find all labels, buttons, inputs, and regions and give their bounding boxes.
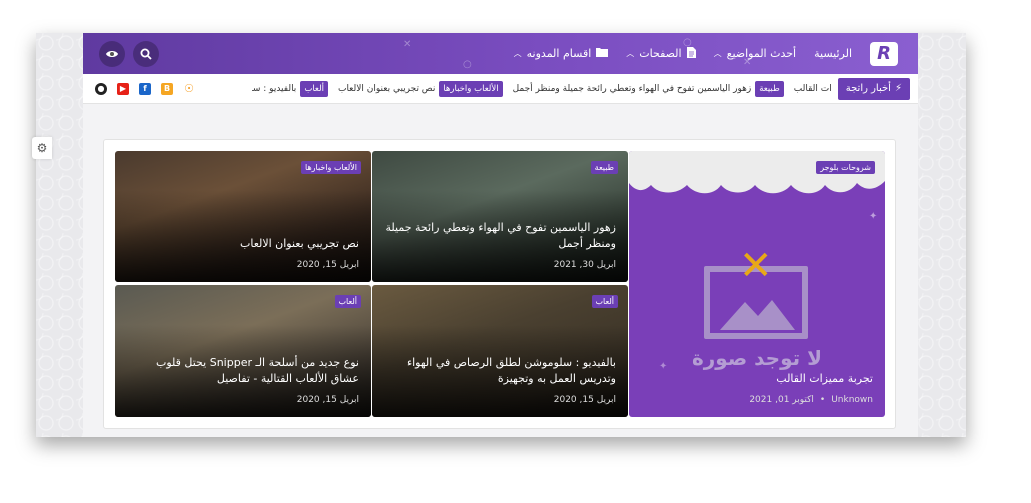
post-category-badge[interactable]: ألعاب [334, 295, 361, 308]
search-button[interactable] [133, 40, 159, 67]
ticker-item-text: ات القالب [793, 83, 832, 94]
decor-star-icon: ✕ [743, 57, 752, 68]
post-title[interactable]: نص تجريبي بعنوان الالعاب [125, 236, 359, 252]
post-title[interactable]: بالفيديو : سلوموشن لطلق الرصاص في الهواء… [382, 355, 616, 387]
post-category-badge[interactable]: ألعاب [591, 295, 618, 308]
post-meta: ابريل 15, 2020 [297, 395, 359, 405]
ticker-track: ات القالب طبيعة زهور الياسمين تفوح في ال… [252, 80, 832, 97]
nav-sections-label: اقسام المدونه [526, 47, 592, 60]
site-header: ✕ ○ ○ ✕ R الرئيسية أحدث المواضيع ︿ الصفح… [83, 33, 918, 74]
ticker-item-text: بالفيديو : سلومو [252, 83, 297, 94]
no-image-text: لا توجد صورة [691, 346, 823, 370]
post-date: ابريل 15, 2020 [296, 260, 359, 270]
nav-home-label: الرئيسية [814, 47, 852, 60]
dark-mode-button[interactable] [99, 40, 125, 67]
post-title[interactable]: نوع جديد من أسلحة الـ Snipper يحتل قلوب … [125, 355, 359, 387]
chevron-up-icon: ︿ [513, 49, 522, 58]
breaking-news-bar: ⚡ أخبار راتجة ات القالب طبيعة زهور الياس… [83, 74, 918, 104]
eye-icon [106, 50, 118, 57]
post-author[interactable]: Unknown [831, 395, 873, 405]
nav-home[interactable]: الرئيسية [814, 47, 852, 60]
logo-mark: R [870, 41, 898, 66]
bolt-icon: ⚡ [894, 83, 902, 94]
post-meta: ابريل 15, 2020 [554, 395, 616, 405]
youtube-icon[interactable]: ▶ [117, 82, 129, 95]
nav-pages[interactable]: الصفحات ︿ [626, 46, 696, 61]
blogger-icon[interactable]: B [161, 82, 173, 95]
header-actions [99, 40, 159, 67]
github-icon[interactable]: ● [95, 82, 107, 95]
nav-latest-label: أحدث المواضيع [726, 47, 797, 60]
nav-latest-topics[interactable]: أحدث المواضيع ︿ [714, 47, 797, 60]
post-category-badge[interactable]: شروحات بلوجر [816, 161, 875, 174]
nav-pages-label: الصفحات [639, 47, 682, 60]
breaking-news-label: ⚡ أخبار راتجة [837, 77, 910, 100]
rss-icon[interactable]: ☉ [183, 82, 195, 95]
post-category-badge[interactable]: طبيعة [590, 161, 618, 174]
meta-dot: • [819, 395, 826, 405]
chevron-up-icon: ︿ [713, 49, 722, 58]
settings-toggle[interactable]: ⚙ [32, 137, 52, 159]
search-icon [140, 48, 152, 60]
post-date: ابريل 15, 2020 [296, 395, 359, 405]
post-title[interactable]: زهور الياسمين تفوح في الهواء وتعطي رائحة… [382, 220, 616, 252]
featured-post[interactable]: طبيعة زهور الياسمين تفوح في الهواء وتعطي… [372, 151, 628, 282]
close-icon: ✕ [739, 243, 773, 289]
post-title[interactable]: تجربة مميزات القالب [639, 371, 873, 387]
post-date: ابريل 15, 2020 [553, 395, 616, 405]
ticker-item[interactable]: طبيعة زهور الياسمين تفوح في الهواء وتعطي… [512, 80, 784, 97]
ticker-item-category: طبيعة [755, 80, 784, 97]
gear-icon: ⚙ [36, 141, 48, 155]
post-category-badge[interactable]: الألعاب واخبارها [301, 161, 361, 174]
cloud-decor [629, 151, 885, 194]
featured-post-main[interactable]: ✦ ✦ ✕ لا توجد صورة شروحات بلوجر تجربة مم… [629, 151, 885, 417]
main-nav: الرئيسية أحدث المواضيع ︿ الصفحات ︿ اقسام… [514, 46, 852, 61]
facebook-icon[interactable]: f [139, 82, 151, 95]
ticker-item-text: زهور الياسمين تفوح في الهواء وتعطي رائحة… [512, 83, 752, 94]
featured-post[interactable]: ألعاب نوع جديد من أسلحة الـ Snipper يحتل… [115, 285, 371, 417]
post-date: اكتوبر 01, 2021 [749, 395, 814, 405]
decor-star-icon: ✦ [869, 211, 878, 222]
ticker-item-category: ألعاب [300, 80, 328, 97]
post-meta: Unknown • اكتوبر 01, 2021 [749, 395, 873, 405]
site-logo[interactable]: R [864, 39, 904, 69]
social-links: ☉ B f ▶ ● [95, 82, 195, 95]
chevron-up-icon: ︿ [626, 49, 635, 58]
ticker-item-text: نص تجريبي بعنوان الالعاب [337, 83, 436, 94]
decor-circle-icon: ○ [683, 37, 692, 48]
post-meta: ابريل 30, 2021 [554, 260, 616, 270]
featured-post[interactable]: الألعاب واخبارها نص تجريبي بعنوان الالعا… [115, 151, 371, 282]
breaking-news-text: أخبار راتجة [845, 83, 891, 94]
page-icon [686, 46, 696, 61]
ticker-item[interactable]: الألعاب واخبارها نص تجريبي بعنوان الالعا… [337, 80, 503, 97]
ticker-item[interactable]: ات القالب [794, 84, 832, 94]
featured-post[interactable]: ألعاب بالفيديو : سلوموشن لطلق الرصاص في … [372, 285, 628, 417]
post-date: ابريل 30, 2021 [553, 260, 616, 270]
nav-blog-sections[interactable]: اقسام المدونه ︿ [514, 47, 609, 60]
ticker-item[interactable]: ألعاب بالفيديو : سلومو [252, 80, 328, 97]
ticker-item-category: الألعاب واخبارها [439, 80, 503, 97]
decor-circle-icon: ○ [463, 59, 472, 70]
post-meta: ابريل 15, 2020 [297, 260, 359, 270]
decor-star-icon: ✕ [403, 39, 412, 50]
featured-posts: ✦ ✦ ✕ لا توجد صورة شروحات بلوجر تجربة مم… [103, 139, 896, 429]
folder-icon [596, 47, 609, 60]
